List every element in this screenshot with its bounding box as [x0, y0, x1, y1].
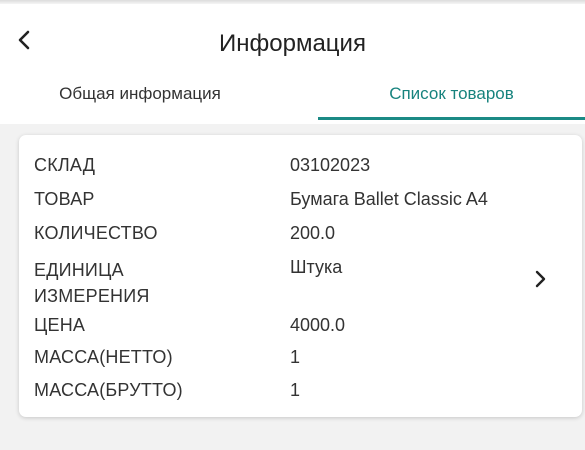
app-header: Информация Общая информация Список товар… — [0, 4, 585, 124]
active-tab-indicator — [318, 117, 585, 120]
tab-bar: Общая информация Список товаров — [0, 82, 585, 124]
field-value: 1 — [290, 380, 301, 400]
field-value: 200.0 — [290, 223, 336, 243]
field-value: Бумага Ballet Classic A4 — [290, 189, 488, 209]
field-value: Штука — [290, 257, 343, 277]
field-label: ТОВАР — [34, 189, 95, 209]
tab-general-info[interactable]: Общая информация — [20, 82, 260, 124]
field-value: 1 — [290, 347, 301, 367]
field-value: 03102023 — [290, 155, 371, 175]
field-label: ЦЕНА — [34, 315, 86, 335]
page-title: Информация — [219, 30, 366, 57]
field-label: МАССА(НЕТТО) — [34, 347, 173, 367]
field-label: МАССА(БРУТТО) — [34, 380, 183, 400]
product-card[interactable]: СКЛАД 03102023 ТОВАР Бумага Ballet Class… — [19, 135, 582, 417]
chevron-right-icon[interactable] — [531, 267, 551, 291]
field-value: 4000.0 — [290, 315, 346, 335]
field-label: СКЛАД — [34, 155, 96, 175]
field-label: КОЛИЧЕСТВО — [34, 223, 158, 243]
field-label: ЕДИНИЦА ИЗМЕРЕНИЯ — [34, 260, 150, 306]
